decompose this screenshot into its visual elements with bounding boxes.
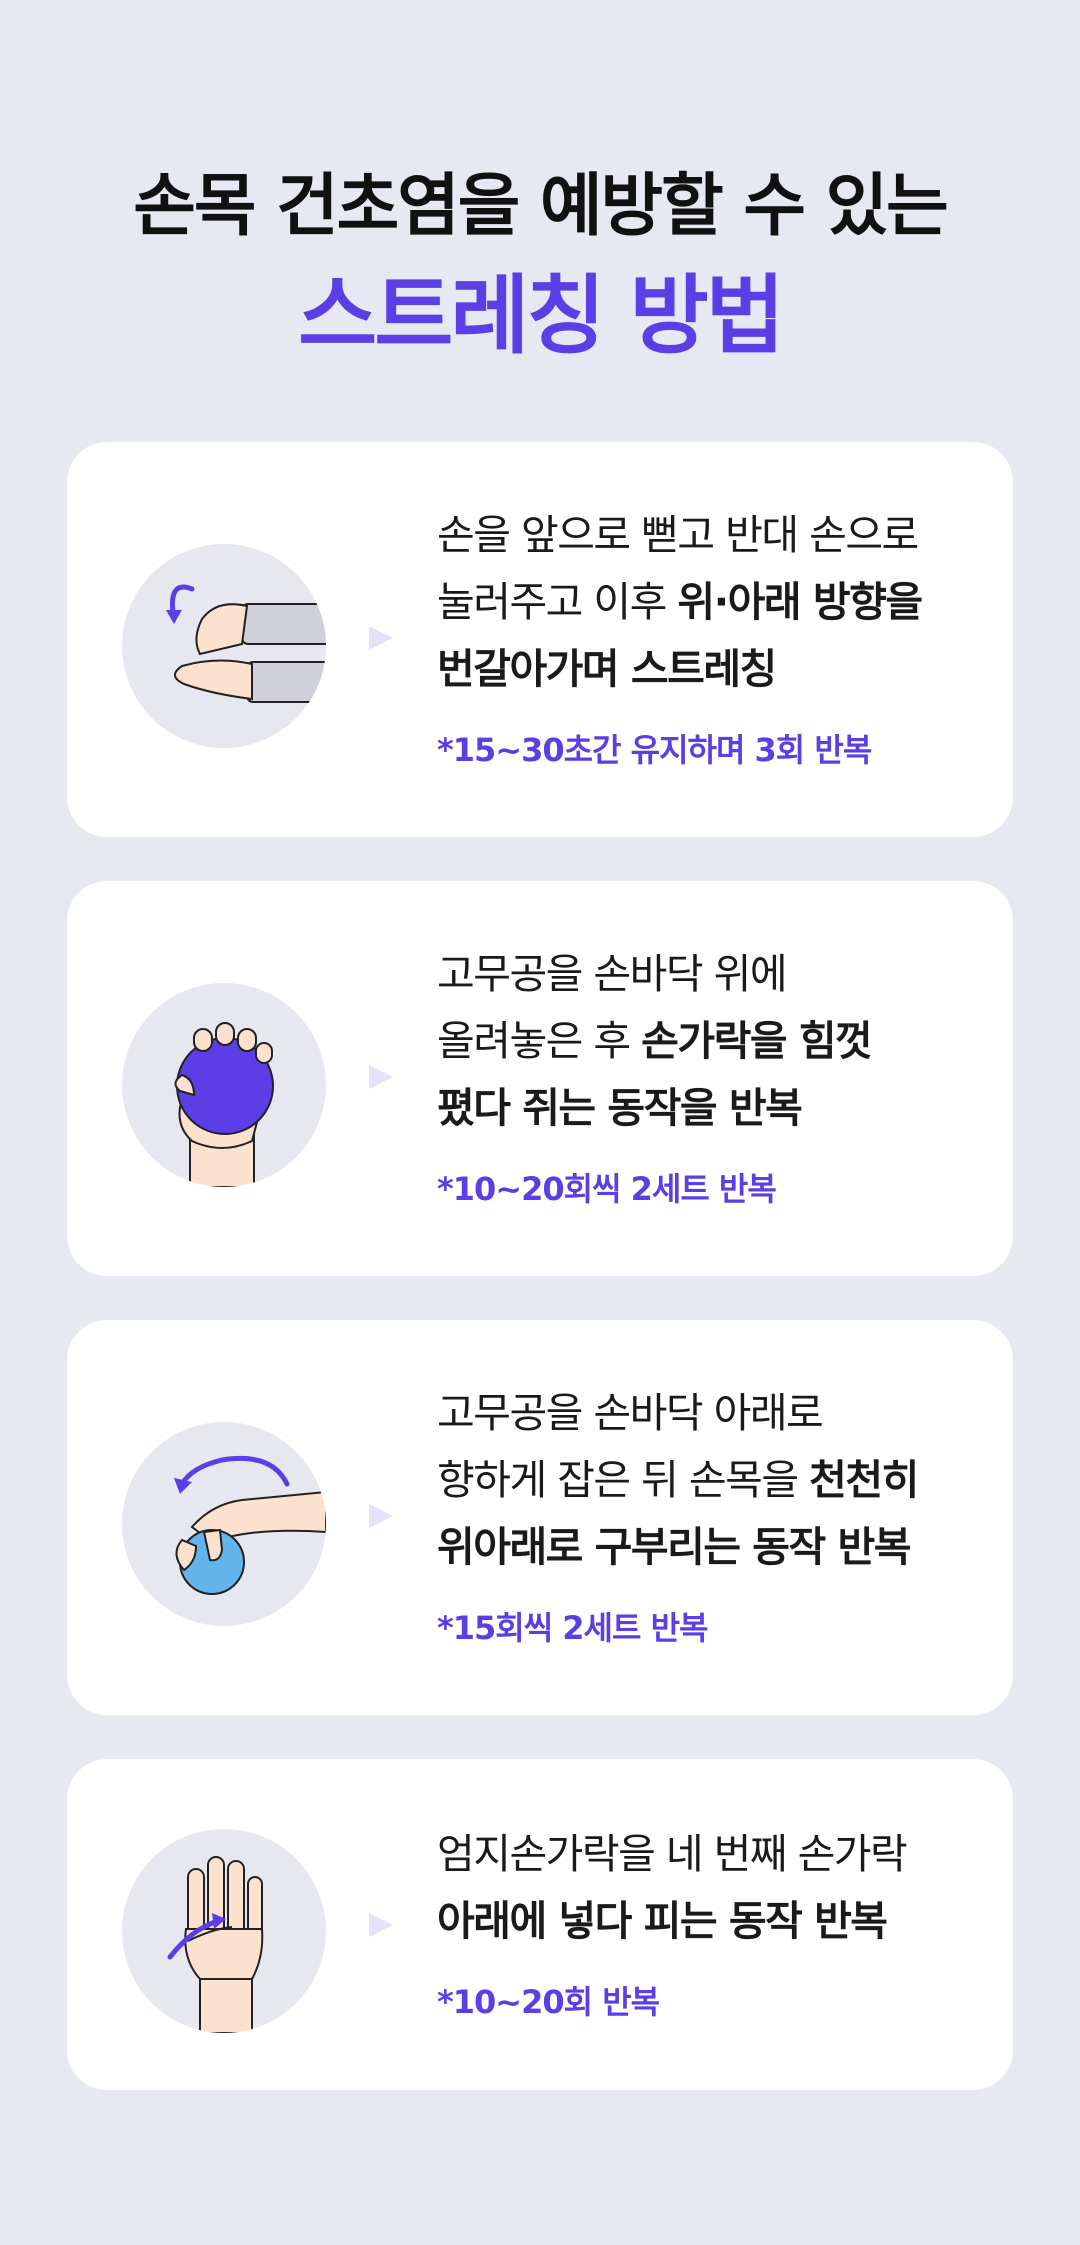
- play-arrow-icon: [369, 626, 393, 650]
- card-text: 고무공을 손바닥 아래로 향하게 잡은 뒤 손목을 천천히 위아래로 구부리는 …: [437, 1380, 997, 1649]
- card-line: 고무공을 손바닥 위에: [437, 950, 788, 998]
- card-text: 고무공을 손바닥 위에 올려놓은 후 손가락을 힘껏 폈다 쥐는 동작을 반복 …: [437, 941, 997, 1210]
- repetition-note: *10~20회씩 2세트 반복: [437, 1170, 777, 1208]
- stretch-card-1: 손을 앞으로 뻗고 반대 손으로 눌러주고 이후 위·아래 방향을 번갈아가며 …: [67, 442, 1013, 837]
- stretch-card-2: 고무공을 손바닥 위에 올려놓은 후 손가락을 힘껏 폈다 쥐는 동작을 반복 …: [67, 881, 1013, 1276]
- title-line-2: 스트레칭 방법: [298, 266, 785, 366]
- wrist-flex-stretch-illustration: [122, 544, 326, 748]
- thumb-tuck-illustration: [122, 1829, 326, 2033]
- card-line: 눌러주고 이후 위·아래 방향을: [437, 578, 923, 626]
- card-line: 폈다 쥐는 동작을 반복: [437, 1084, 803, 1132]
- card-line: 아래에 넣다 피는 동작 반복: [437, 1897, 888, 1945]
- card-line: 올려놓은 후 손가락을 힘껏: [437, 1017, 873, 1065]
- play-arrow-icon: [369, 1913, 393, 1937]
- card-line: 번갈아가며 스트레칭: [437, 645, 777, 693]
- play-arrow-icon: [369, 1065, 393, 1089]
- card-text: 손을 앞으로 뻗고 반대 손으로 눌러주고 이후 위·아래 방향을 번갈아가며 …: [437, 502, 997, 771]
- title-line-1: 손목 건초염을 예방할 수 있는: [133, 167, 948, 246]
- repetition-note: *15~30초간 유지하며 3회 반복: [437, 731, 872, 769]
- card-line: 고무공을 손바닥 아래로: [437, 1389, 824, 1437]
- card-line: 손을 앞으로 뻗고 반대 손으로: [437, 511, 919, 559]
- card-line: 위아래로 구부리는 동작 반복: [437, 1523, 911, 1571]
- card-line: 향하게 잡은 뒤 손목을 천천히: [437, 1456, 919, 1504]
- play-arrow-icon: [369, 1504, 393, 1528]
- card-text: 엄지손가락을 네 번째 손가락 아래에 넣다 피는 동작 반복 *10~20회 …: [437, 1821, 997, 2023]
- repetition-note: *10~20회 반복: [437, 1983, 660, 2021]
- repetition-note: *15회씩 2세트 반복: [437, 1609, 708, 1647]
- stretch-card-3: 고무공을 손바닥 아래로 향하게 잡은 뒤 손목을 천천히 위아래로 구부리는 …: [67, 1320, 1013, 1715]
- card-line: 엄지손가락을 네 번째 손가락: [437, 1830, 908, 1878]
- ball-wrist-curl-illustration: [122, 1422, 326, 1626]
- rubber-ball-grip-illustration: [122, 983, 326, 1187]
- stretch-card-4: 엄지손가락을 네 번째 손가락 아래에 넣다 피는 동작 반복 *10~20회 …: [67, 1759, 1013, 2090]
